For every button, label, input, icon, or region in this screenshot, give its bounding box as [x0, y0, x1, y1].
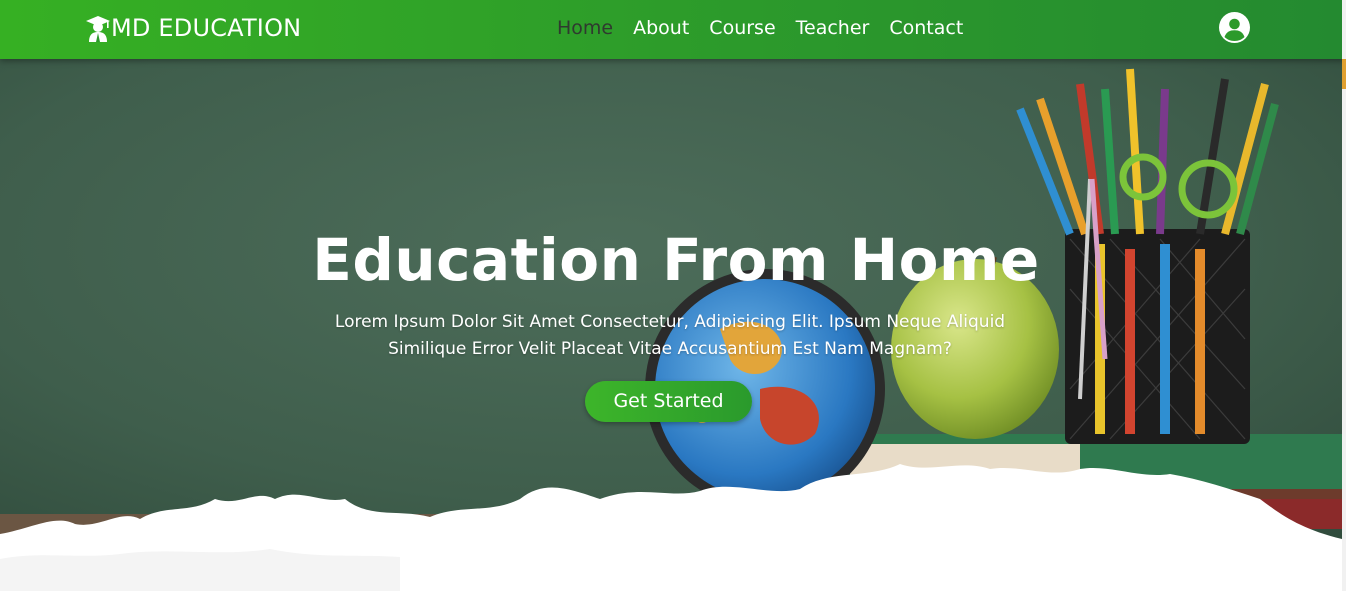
- nav-course[interactable]: Course: [709, 15, 775, 41]
- hero-subtitle-line-1: Lorem Ipsum Dolor Sit Amet Consectetur, …: [334, 312, 1006, 332]
- get-started-button[interactable]: Get Started: [585, 381, 752, 422]
- brand-name: MD EDUCATION: [111, 14, 302, 42]
- user-circle-icon: [1219, 12, 1250, 43]
- hero-section: Education From Home Lorem Ipsum Dolor Si…: [0, 59, 1342, 591]
- site-header: MD EDUCATION Home About Course Teacher C…: [0, 0, 1346, 59]
- nav-teacher[interactable]: Teacher: [796, 15, 870, 41]
- main-nav: Home About Course Teacher Contact: [557, 15, 983, 41]
- nav-home[interactable]: Home: [557, 15, 613, 41]
- hero-subtitle-line-2: Similique Error Velit Placeat Vitae Accu…: [388, 339, 952, 359]
- hero-content: Education From Home Lorem Ipsum Dolor Si…: [0, 59, 1342, 591]
- scrollbar-thumb[interactable]: [1342, 59, 1346, 89]
- hero-subtitle: Lorem Ipsum Dolor Sit Amet Consectetur, …: [310, 309, 1030, 363]
- nav-about[interactable]: About: [633, 15, 689, 41]
- hero-title: Education From Home: [312, 226, 1040, 294]
- graduate-icon: [86, 14, 110, 42]
- user-account-button[interactable]: [1219, 12, 1250, 43]
- nav-contact[interactable]: Contact: [889, 15, 963, 41]
- brand-logo[interactable]: MD EDUCATION: [86, 12, 301, 44]
